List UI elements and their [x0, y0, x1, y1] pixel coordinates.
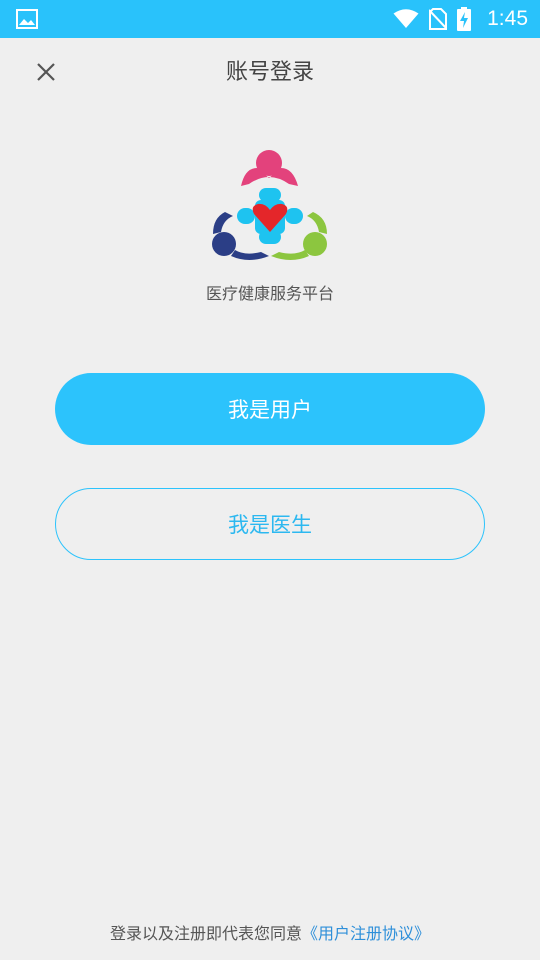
- doctor-login-button[interactable]: 我是医生: [55, 488, 485, 560]
- status-bar: 1:45: [0, 0, 540, 38]
- user-agreement-link[interactable]: 《用户注册协议》: [302, 924, 430, 943]
- battery-charging-icon: [457, 7, 472, 31]
- wifi-icon: [393, 9, 419, 28]
- footer-text: 登录以及注册即代表您同意: [109, 924, 302, 943]
- logo-caption: 医疗健康服务平台: [205, 284, 334, 303]
- image-icon: [16, 9, 38, 29]
- close-icon: [37, 63, 55, 81]
- user-login-button[interactable]: 我是用户: [55, 373, 485, 445]
- status-time: 1:45: [487, 7, 528, 30]
- no-sim-icon: [429, 8, 448, 30]
- footer-agreement: 登录以及注册即代表您同意《用户注册协议》: [0, 920, 540, 944]
- app-header: 账号登录: [0, 38, 540, 108]
- close-button[interactable]: [26, 52, 66, 92]
- page-title: 账号登录: [225, 60, 314, 85]
- platform-logo: [212, 150, 327, 260]
